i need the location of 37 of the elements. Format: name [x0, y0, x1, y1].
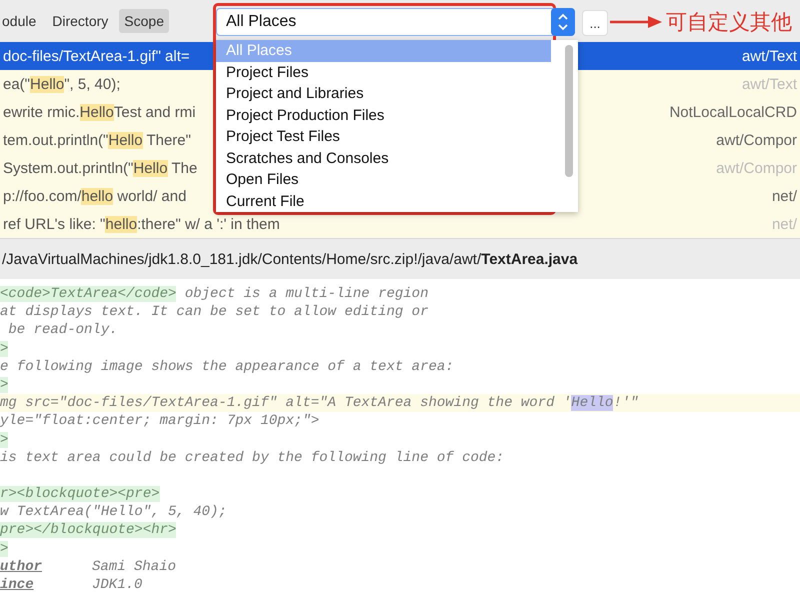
code-text: Sami Shaio: [92, 558, 176, 575]
result-text: ea("Hello", 5, 40);: [3, 76, 120, 92]
code-tag: <code>TextArea</code>: [0, 286, 176, 302]
code-text: yle="float:center; margin: 7px 10px;">: [0, 413, 320, 430]
result-path: NotLocalLocalCRD: [669, 104, 797, 120]
result-text: doc-files/TextArea-1.gif" alt=: [3, 48, 190, 64]
result-text: System.out.println("Hello The: [3, 160, 198, 176]
file-path: /JavaVirtualMachines/jdk1.8.0_181.jdk/Contents/Home/src.zip!/java/awt/TextArea.java: [2, 250, 578, 268]
search-match: Hello: [571, 395, 614, 412]
doc-tag: ince: [0, 576, 92, 594]
result-path: awt/Text: [742, 48, 797, 64]
result-text: p://foo.com/hello world/ and: [3, 188, 186, 204]
result-text: tem.out.println("Hello There": [3, 132, 191, 148]
code-tag: >: [0, 376, 8, 393]
annotation-text: 可自定义其他: [666, 10, 792, 36]
code-tag: >: [0, 432, 8, 448]
result-path: awt/Compor: [716, 132, 797, 148]
result-path: net/: [772, 216, 797, 232]
code-text: JDK1.0: [92, 577, 142, 593]
code-text: w TextArea("Hello", 5, 40);: [0, 504, 227, 520]
code-text: at displays text. It can be set to allow editing or: [0, 304, 428, 320]
doc-tag: uthor: [0, 558, 92, 576]
result-path: awt/Compor: [716, 160, 797, 176]
code-text: is text area could be created by the following line of code:: [0, 450, 504, 466]
result-text: ref URL's like: "hello:there" w/ a ':' in them: [3, 216, 280, 232]
result-path: net/: [772, 188, 797, 204]
code-text: object is a multi-line region: [184, 286, 428, 302]
code-text: !'": [613, 395, 639, 412]
code-text: e following image shows the appearance of a text area:: [0, 358, 454, 375]
code-tag: >: [0, 340, 8, 357]
code-tag: >: [0, 540, 8, 557]
code-text: mg src="doc-files/TextArea-1.gif" alt="A TextArea showing the word ': [0, 395, 572, 412]
code-text: be read-only.: [7, 322, 118, 338]
code-tag: pre></blockquote><hr>: [0, 522, 176, 538]
result-path: awt/Text: [742, 76, 797, 92]
result-text: ewrite rmic.HelloTest and rmi: [3, 104, 196, 120]
code-tag: r><blockquote><pre>: [0, 486, 160, 502]
